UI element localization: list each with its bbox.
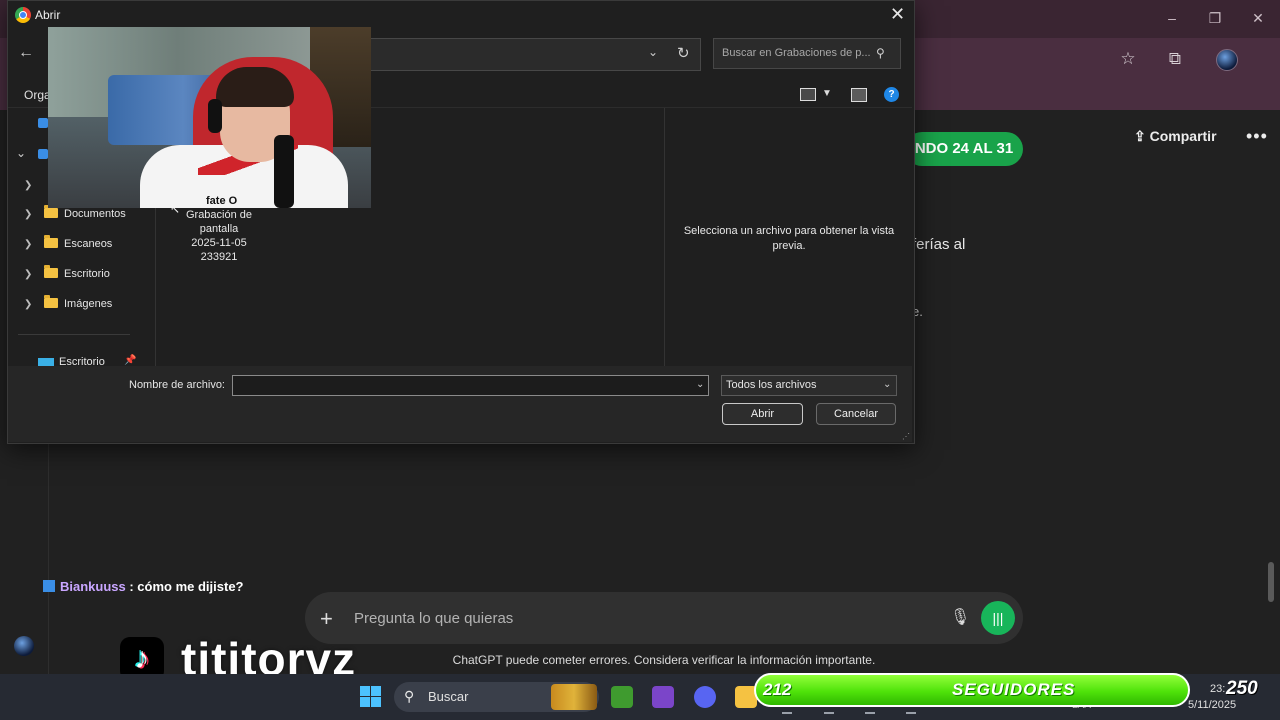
taskbar-running-indicator xyxy=(824,712,834,714)
taskbar-running-indicator xyxy=(906,712,916,714)
file-name-line: 233921 xyxy=(200,251,238,263)
cloud-icon xyxy=(38,149,48,159)
discord-icon[interactable] xyxy=(694,686,716,708)
chat-text: : cómo me dijiste? xyxy=(125,579,244,594)
filename-label: Nombre de archivo: xyxy=(129,379,225,391)
restore-icon[interactable]: ❐ xyxy=(1203,8,1227,28)
folder-icon xyxy=(44,295,58,308)
chevron-down-icon[interactable]: ⌄ xyxy=(696,379,704,390)
webcam-hair xyxy=(216,67,294,107)
preview-message: Selecciona un archivo para obtener la vi… xyxy=(683,225,895,252)
preview-pane-icon[interactable] xyxy=(851,88,867,102)
nav-item-escaneos[interactable]: ❯ Escaneos xyxy=(24,235,112,253)
close-icon[interactable]: ✕ xyxy=(890,4,905,25)
scrollbar[interactable] xyxy=(1268,562,1274,602)
chevron-right-icon[interactable]: ❯ xyxy=(24,177,36,195)
follower-goal: 250 xyxy=(1226,678,1258,699)
share-icon: ⇪ xyxy=(1134,128,1150,144)
extensions-icon[interactable]: ⧉ xyxy=(1163,47,1187,71)
clock-date[interactable]: 5/11/2025 xyxy=(1188,699,1236,711)
cloud-icon xyxy=(38,118,48,128)
taskbar-running-indicator xyxy=(782,712,792,714)
nav-item-label: Escaneos xyxy=(64,238,113,250)
view-icon[interactable] xyxy=(800,88,816,101)
nav-item-escritorio[interactable]: ❯ Escritorio xyxy=(24,265,110,283)
open-button[interactable]: Abrir xyxy=(722,403,803,425)
minimize-icon[interactable]: – xyxy=(1160,8,1184,28)
profile-avatar[interactable] xyxy=(1216,49,1238,71)
user-avatar[interactable] xyxy=(14,636,34,656)
desktop-icon xyxy=(38,358,54,366)
chevron-right-icon[interactable]: ❯ xyxy=(24,206,36,224)
banner-pill: NDO 24 AL 31 xyxy=(905,132,1023,166)
folder-icon xyxy=(44,235,58,248)
chevron-down-icon[interactable]: ▼ xyxy=(822,88,832,99)
file-name-line: pantalla xyxy=(199,223,239,235)
stream-chat-message: Biankuuss : cómo me dijiste? xyxy=(43,579,244,594)
windows-start-icon[interactable] xyxy=(360,686,381,707)
tree-expander[interactable]: ❯ xyxy=(24,176,44,194)
message-text-fragment: ferías al xyxy=(912,236,966,253)
window-close-icon[interactable]: ✕ xyxy=(1246,8,1270,28)
organize-menu[interactable]: Orga xyxy=(24,88,51,102)
chevron-down-icon[interactable]: ⌄ xyxy=(16,146,26,160)
nav-item-label: Escritorio xyxy=(64,268,110,280)
prompt-input[interactable]: Pregunta lo que quieras xyxy=(354,610,513,627)
help-icon[interactable]: ? xyxy=(884,87,899,102)
refresh-icon[interactable]: ↻ xyxy=(677,44,690,62)
voice-mode-button[interactable]: ||| xyxy=(981,601,1015,635)
minecraft-icon[interactable] xyxy=(611,686,633,708)
search-highlight-thumbnail[interactable] xyxy=(551,684,597,710)
taskbar-search-label: Buscar xyxy=(428,689,469,704)
chevron-down-icon[interactable]: ⌄ xyxy=(883,379,891,390)
nav-item-imagenes[interactable]: ❯ Imágenes xyxy=(24,295,112,313)
chat-badge-icon xyxy=(43,580,55,592)
file-type-select[interactable]: Todos los archivos xyxy=(721,375,897,396)
webcam-microphone xyxy=(274,135,294,208)
search-icon[interactable]: ⚲ xyxy=(876,46,885,60)
file-item[interactable]: Grabación de pantalla 2025-11-05 233921 xyxy=(177,208,261,264)
taskbar-running-indicator xyxy=(865,712,875,714)
disclaimer-text: ChatGPT puede cometer errores. Considera… xyxy=(452,653,876,667)
more-options-button[interactable]: ••• xyxy=(1246,126,1268,147)
search-icon: ⚲ xyxy=(404,688,415,704)
chat-username: Biankuuss xyxy=(60,579,126,594)
share-button[interactable]: ⇪ Compartir xyxy=(1134,128,1217,145)
follower-count: 212 xyxy=(763,680,792,699)
file-name-line: 2025-11-05 xyxy=(191,237,247,249)
plus-icon[interactable]: + xyxy=(320,606,333,632)
back-arrow-icon[interactable]: ← xyxy=(18,44,34,62)
chevron-right-icon[interactable]: ❯ xyxy=(24,266,36,284)
resize-grip-icon[interactable]: ⋰ xyxy=(902,432,910,441)
folder-icon xyxy=(44,205,58,218)
follower-label: SEGUIDORES xyxy=(952,680,1076,699)
chevron-right-icon[interactable]: ❯ xyxy=(24,296,36,314)
voice-icon: ||| xyxy=(992,610,1004,626)
webcam-headset xyxy=(208,99,222,133)
dialog-title: Abrir xyxy=(35,8,61,22)
divider xyxy=(664,108,665,366)
chevron-down-icon[interactable]: ⌄ xyxy=(648,45,658,59)
pin-icon: 📌 xyxy=(124,355,137,366)
search-input[interactable]: Buscar en Grabaciones de p... xyxy=(722,47,871,59)
webcam-overlay: fate O xyxy=(48,27,371,208)
divider xyxy=(18,334,130,335)
chevron-right-icon[interactable]: ❯ xyxy=(24,236,36,254)
folder-icon xyxy=(44,265,58,278)
nav-item-label: Documentos xyxy=(64,208,126,220)
mic-icon[interactable]: 🎙 xyxy=(950,607,970,629)
chrome-logo-icon xyxy=(15,7,31,23)
star-icon[interactable]: ☆ xyxy=(1116,47,1140,71)
webcam-shirt-text: fate O xyxy=(206,195,238,207)
clock-time[interactable]: 23: xyxy=(1210,683,1225,695)
clapper-app-icon[interactable] xyxy=(652,686,674,708)
nav-item-label: Imágenes xyxy=(64,298,113,310)
cancel-button[interactable]: Cancelar xyxy=(816,403,896,425)
file-name-line: Grabación de xyxy=(185,209,253,221)
share-label: Compartir xyxy=(1149,128,1217,144)
filename-input[interactable] xyxy=(232,375,709,396)
